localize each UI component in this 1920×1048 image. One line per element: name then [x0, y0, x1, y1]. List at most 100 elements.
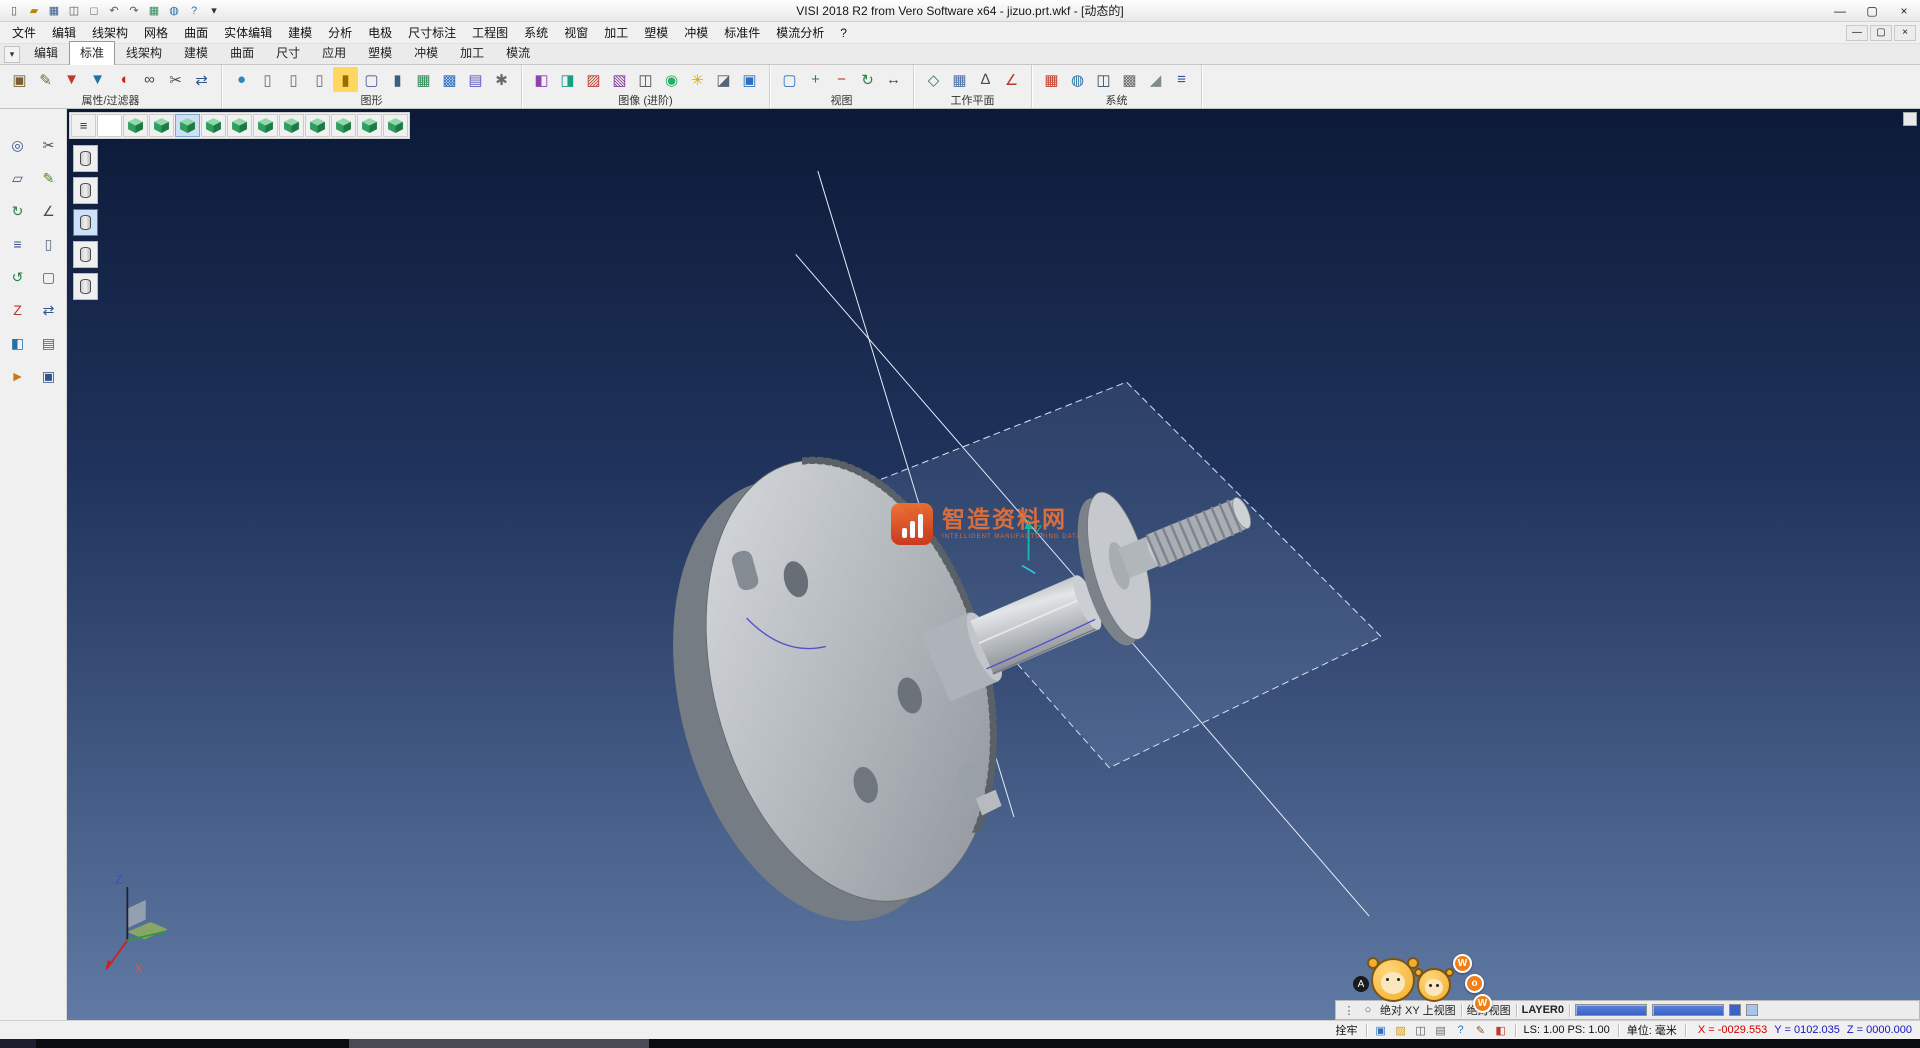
- active-layer-label[interactable]: LAYER0: [1522, 1004, 1564, 1016]
- ribbon-tab[interactable]: 冲模: [403, 41, 449, 64]
- ribbon-tab[interactable]: 标准: [69, 41, 115, 65]
- layer-progress-bar[interactable]: [1652, 1004, 1724, 1016]
- sphere-icon[interactable]: ●: [229, 67, 254, 92]
- link-icon[interactable]: ∞: [137, 67, 162, 92]
- help-icon[interactable]: ?: [1452, 1023, 1470, 1038]
- pen-icon[interactable]: ✎: [1472, 1023, 1490, 1038]
- menu-item[interactable]: ?: [832, 22, 855, 43]
- redo-icon[interactable]: ↷: [125, 3, 143, 19]
- view-left-icon[interactable]: [227, 114, 252, 137]
- workplane-standard-icon[interactable]: ◇: [921, 67, 946, 92]
- view-iso-icon[interactable]: [123, 114, 148, 137]
- rendered-view-icon[interactable]: ◨: [555, 67, 580, 92]
- brush-icon[interactable]: ✎: [33, 67, 58, 92]
- sheet-icon[interactable]: ▤: [37, 331, 61, 355]
- ribbon-tab[interactable]: 尺寸: [265, 41, 311, 64]
- grid-icon[interactable]: ▦: [145, 3, 163, 19]
- taskbar-start-segment[interactable]: [0, 1039, 36, 1048]
- mdi-minimize-button[interactable]: —: [1846, 25, 1868, 41]
- box-icon[interactable]: ▢: [37, 265, 61, 289]
- image-capture-icon[interactable]: ▨: [1392, 1023, 1410, 1038]
- workplane-rotate-icon[interactable]: ∠: [999, 67, 1024, 92]
- stamp-icon[interactable]: ▣: [7, 67, 32, 92]
- save-icon[interactable]: ▦: [45, 3, 63, 19]
- ribbon-tab[interactable]: 应用: [311, 41, 357, 64]
- viewport-3d[interactable]: Z Z X ≡: [67, 109, 1920, 1020]
- menu-item[interactable]: 标准件: [716, 22, 768, 43]
- display-settings-icon[interactable]: ▣: [1372, 1023, 1390, 1038]
- mdi-restore-button[interactable]: ▢: [1870, 25, 1892, 41]
- ribbon-tab[interactable]: 塑模: [357, 41, 403, 64]
- clone-icon[interactable]: ▣: [37, 364, 61, 388]
- menu-item[interactable]: 塑模: [636, 22, 676, 43]
- calculator-icon[interactable]: ▤: [1432, 1023, 1450, 1038]
- sketch-icon[interactable]: ✎: [37, 166, 61, 190]
- workplane-entity-icon[interactable]: ∆: [973, 67, 998, 92]
- new-file-icon[interactable]: ▯: [5, 3, 23, 19]
- z-filter-icon[interactable]: Z: [6, 298, 30, 322]
- mesh-icon[interactable]: ▩: [437, 67, 462, 92]
- close-button[interactable]: ×: [1888, 0, 1920, 21]
- view-bottom-icon[interactable]: [279, 114, 304, 137]
- view-wireframe-icon[interactable]: [383, 114, 408, 137]
- ribbon-tab[interactable]: 曲面: [219, 41, 265, 64]
- photo-icon[interactable]: ▣: [737, 67, 762, 92]
- cylinder-icon[interactable]: ▯: [37, 232, 61, 256]
- view-blank-icon[interactable]: [97, 114, 122, 137]
- menu-item[interactable]: 冲模: [676, 22, 716, 43]
- mirror-icon[interactable]: ⇄: [37, 298, 61, 322]
- view-cube-icon[interactable]: ◧: [1492, 1023, 1510, 1038]
- cad-model-scene[interactable]: Z Z X: [67, 109, 1920, 1020]
- snap-lock-label[interactable]: 拴牢: [1333, 1022, 1361, 1038]
- zoom-fit-icon[interactable]: ▢: [777, 67, 802, 92]
- regen-icon[interactable]: ↺: [6, 265, 30, 289]
- wire-box-icon[interactable]: ▢: [359, 67, 384, 92]
- ribbon-tab[interactable]: 线架构: [115, 41, 173, 64]
- view-shaded-icon[interactable]: [357, 114, 382, 137]
- view-menu-icon[interactable]: ≡: [71, 114, 96, 137]
- zoom-out-icon[interactable]: −: [829, 67, 854, 92]
- light-icon[interactable]: ✳: [685, 67, 710, 92]
- view-back-icon[interactable]: [253, 114, 278, 137]
- view-front-icon[interactable]: [175, 114, 200, 137]
- layer-stack-icon[interactable]: ≡: [6, 232, 30, 256]
- mdi-close-button[interactable]: ×: [1894, 25, 1916, 41]
- layer-filter-toggle-4[interactable]: [73, 241, 98, 268]
- layer-filter-toggle-5[interactable]: [73, 273, 98, 300]
- view-previous-icon[interactable]: [331, 114, 356, 137]
- layer-b-icon[interactable]: ▯: [281, 67, 306, 92]
- taskbar-app-button[interactable]: [349, 1039, 649, 1048]
- shadow-icon[interactable]: ◢: [1143, 67, 1168, 92]
- section-icon[interactable]: ◪: [711, 67, 736, 92]
- rotate-view-icon[interactable]: ↻: [855, 67, 880, 92]
- view-right-icon[interactable]: [201, 114, 226, 137]
- menu-item[interactable]: 加工: [596, 22, 636, 43]
- grid-icon[interactable]: ▦: [411, 67, 436, 92]
- layer-filter-toggle-3[interactable]: [73, 209, 98, 236]
- workplane-view-icon[interactable]: ▦: [947, 67, 972, 92]
- globe-icon[interactable]: ◍: [1065, 67, 1090, 92]
- color-chip[interactable]: [1746, 1004, 1758, 1016]
- layer-filter-toggle-2[interactable]: [73, 177, 98, 204]
- shaded-view-icon[interactable]: ◧: [529, 67, 554, 92]
- maximize-button[interactable]: ▢: [1856, 0, 1888, 21]
- color-table-icon[interactable]: ▦: [1039, 67, 1064, 92]
- tab-overflow-button[interactable]: ▾: [4, 46, 20, 63]
- pan-view-icon[interactable]: ↔: [881, 67, 906, 92]
- print-icon[interactable]: ◫: [65, 3, 83, 19]
- preview-icon[interactable]: ◻: [85, 3, 103, 19]
- measure-icon[interactable]: ∠: [37, 199, 61, 223]
- undo-icon[interactable]: ↶: [105, 3, 123, 19]
- swap-icon[interactable]: ⇄: [189, 67, 214, 92]
- ribbon-tab[interactable]: 模流: [495, 41, 541, 64]
- layer-filter-toggle-1[interactable]: [73, 145, 98, 172]
- qat-dropdown-icon[interactable]: ▾: [205, 3, 223, 19]
- table-icon[interactable]: ▤: [463, 67, 488, 92]
- zoom-icon[interactable]: ◎: [6, 133, 30, 157]
- view-axon-icon[interactable]: [305, 114, 330, 137]
- layer-a-icon[interactable]: ▯: [255, 67, 280, 92]
- monitor-icon[interactable]: ◫: [1091, 67, 1116, 92]
- texture-icon[interactable]: ▧: [607, 67, 632, 92]
- world-icon[interactable]: ◍: [165, 3, 183, 19]
- layer-progress-bar[interactable]: [1575, 1004, 1647, 1016]
